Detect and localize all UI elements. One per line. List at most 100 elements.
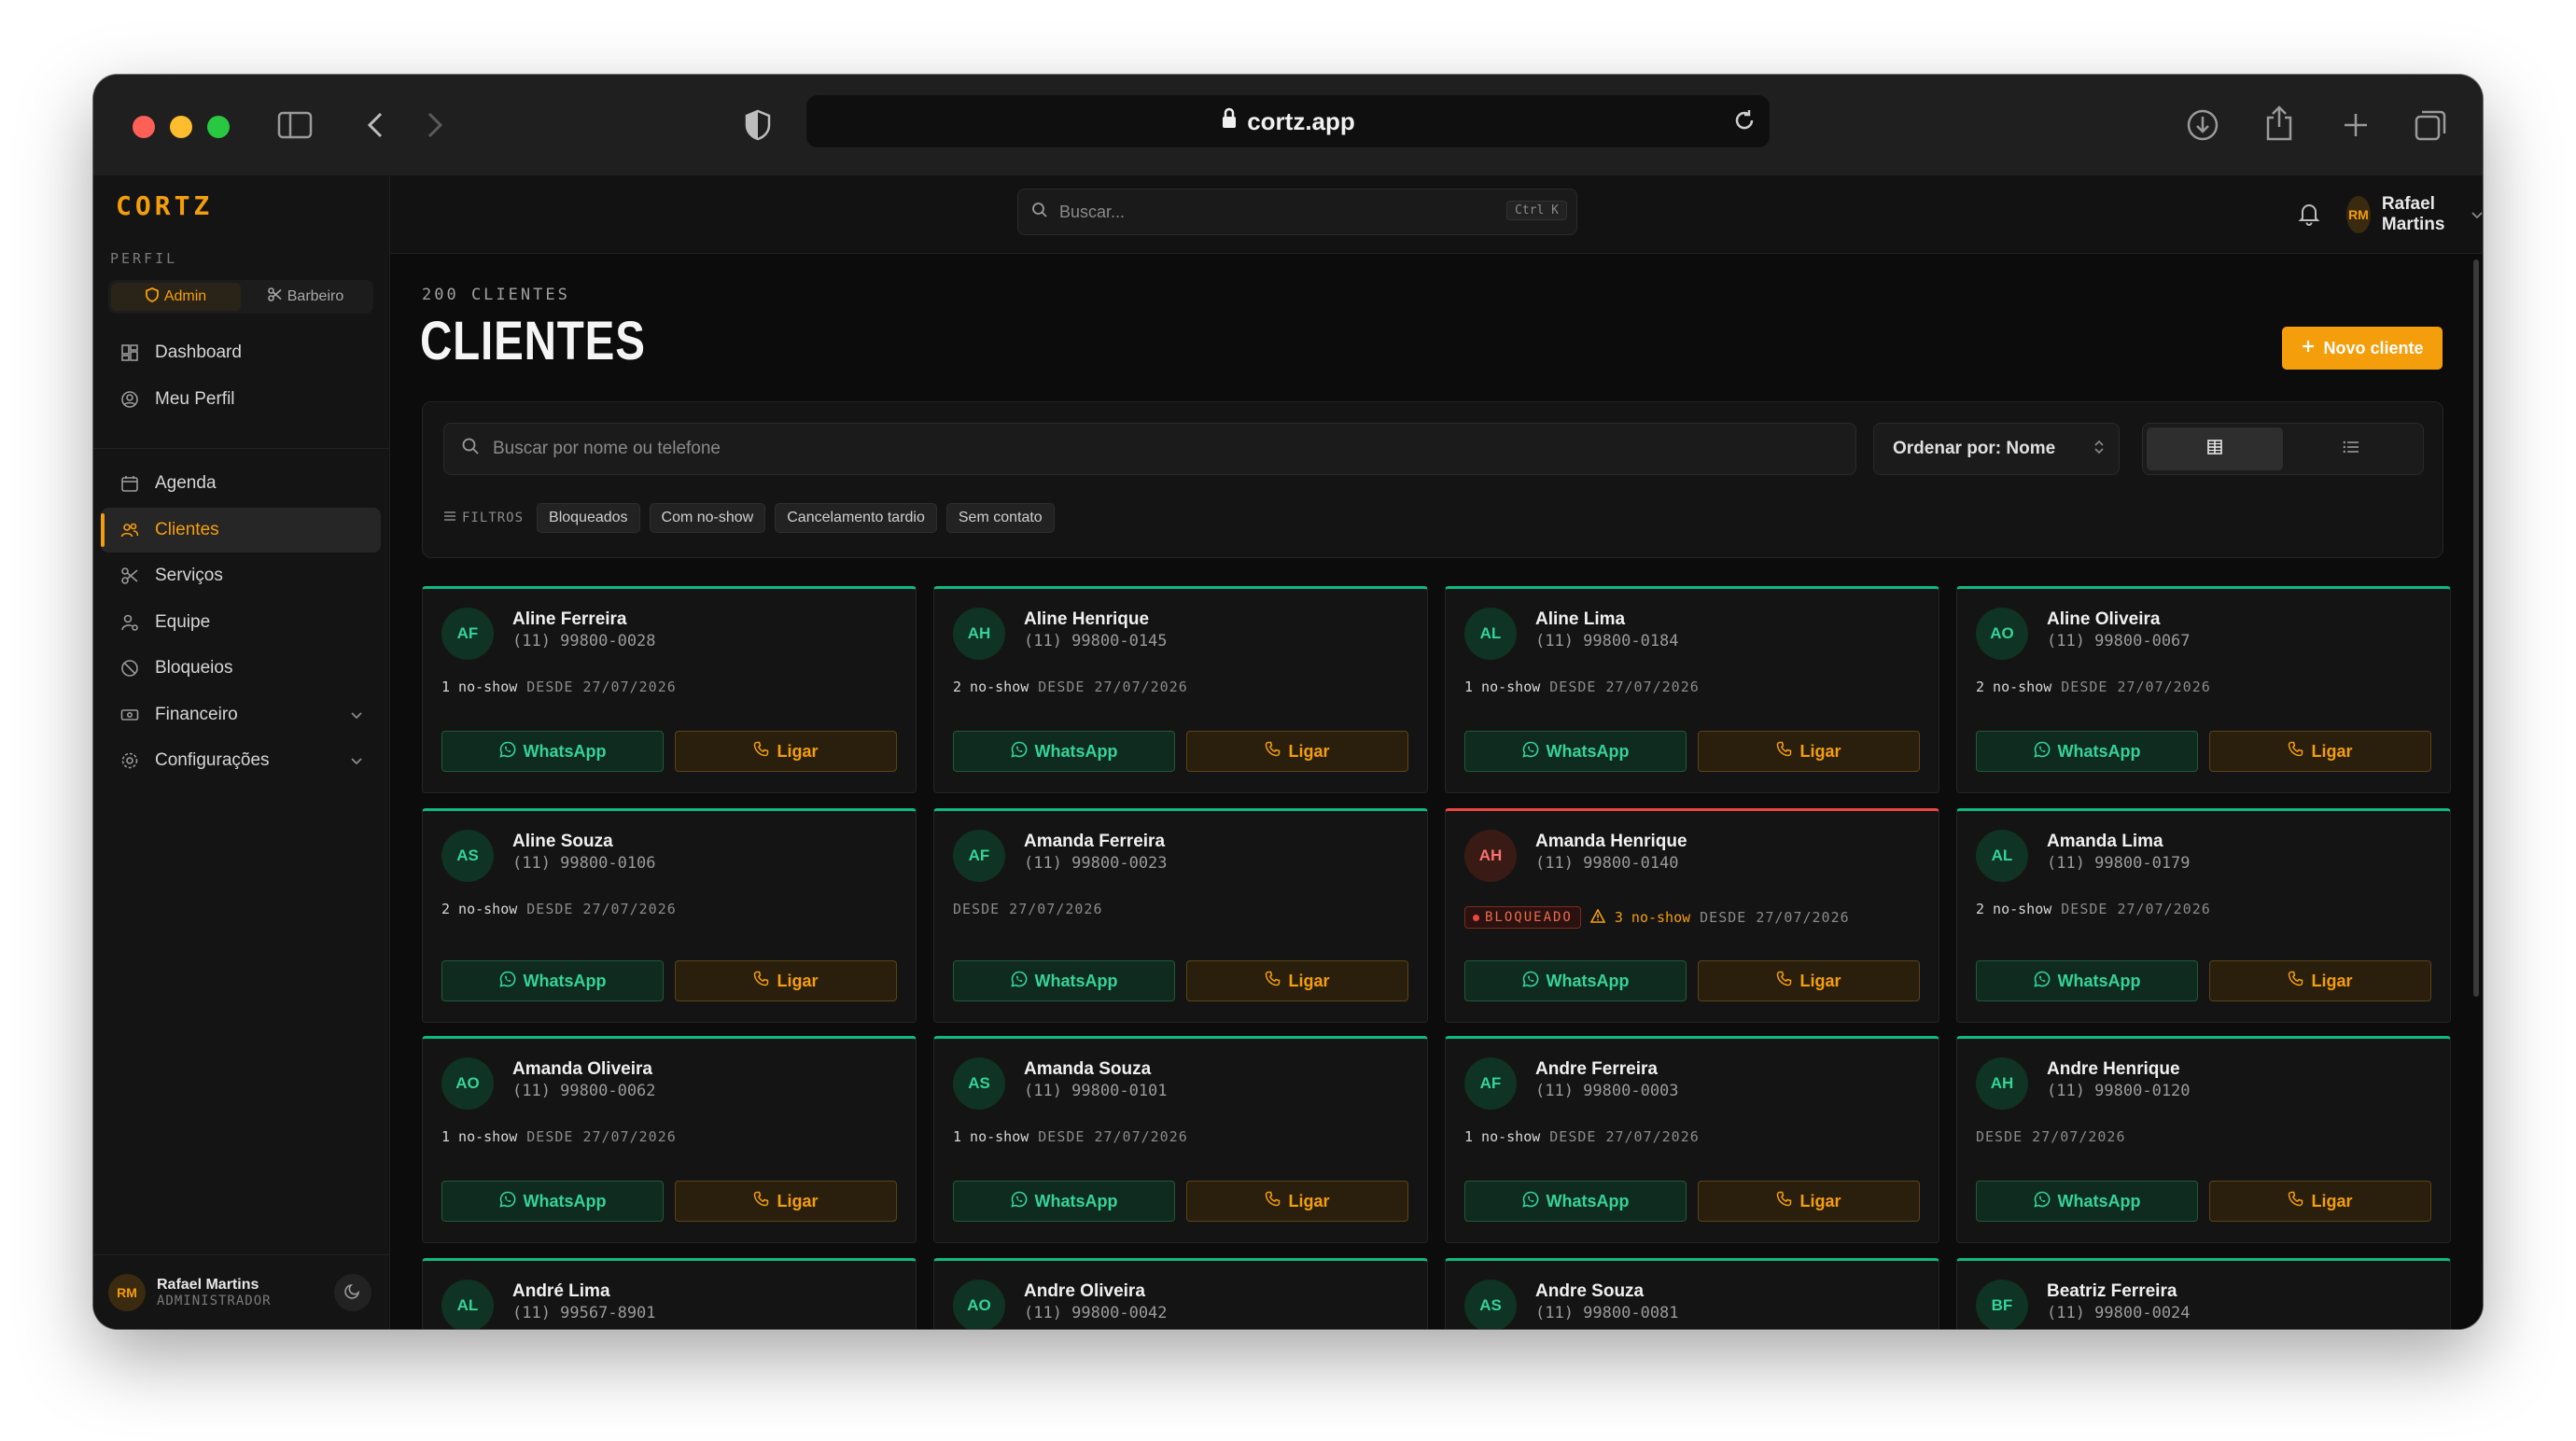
- client-name[interactable]: Amanda Henrique: [1535, 832, 1687, 852]
- client-card[interactable]: ASAndre Souza(11) 99800-0081WhatsAppLiga…: [1445, 1258, 1939, 1329]
- client-name[interactable]: Andre Ferreira: [1535, 1059, 1658, 1080]
- client-name[interactable]: Aline Henrique: [1024, 609, 1149, 630]
- client-card[interactable]: BFBeatriz Ferreira(11) 99800-0024WhatsAp…: [1956, 1258, 2451, 1329]
- call-button[interactable]: Ligar: [1186, 731, 1408, 772]
- sidebar-item-finance[interactable]: Financeiro: [101, 693, 381, 737]
- client-name[interactable]: Aline Souza: [512, 832, 613, 852]
- call-button[interactable]: Ligar: [675, 731, 897, 772]
- call-button[interactable]: Ligar: [675, 960, 897, 1001]
- client-card[interactable]: AH Aline Henrique (11) 99800-0145 2 no-show…: [933, 586, 1428, 793]
- client-card[interactable]: AL Amanda Lima (11) 99800-0179 2 no-show DES…: [1956, 808, 2451, 1023]
- whatsapp-button[interactable]: WhatsApp: [953, 731, 1175, 772]
- client-card[interactable]: AF Aline Ferreira (11) 99800-0028 1 no-show…: [422, 586, 917, 793]
- client-name[interactable]: André Lima: [512, 1281, 610, 1302]
- avatar: AH: [953, 608, 1005, 660]
- forward-icon[interactable]: [418, 108, 452, 142]
- sidebar-item-services[interactable]: Serviços: [101, 553, 381, 598]
- client-card[interactable]: AF Amanda Ferreira (11) 99800-0023 DESDE 27…: [933, 808, 1428, 1023]
- new-client-button[interactable]: Novo cliente: [2282, 327, 2443, 370]
- tab-overview-icon[interactable]: [2412, 106, 2449, 144]
- client-name[interactable]: Beatriz Ferreira: [2047, 1281, 2177, 1302]
- client-card[interactable]: AO Aline Oliveira (11) 99800-0067 2 no-show…: [1956, 586, 2451, 793]
- sidebar-item-clients[interactable]: Clientes: [101, 507, 381, 553]
- filter-chip-no-contact[interactable]: Sem contato: [945, 503, 1055, 533]
- close-window-button[interactable]: [133, 116, 155, 138]
- call-button[interactable]: Ligar: [2209, 1181, 2431, 1222]
- new-tab-icon[interactable]: [2337, 106, 2374, 144]
- main-scrollbar[interactable]: [2473, 259, 2479, 997]
- privacy-shield-icon[interactable]: [741, 106, 775, 144]
- reload-icon[interactable]: [1732, 108, 1757, 139]
- client-name[interactable]: Amanda Oliveira: [512, 1059, 652, 1080]
- client-name[interactable]: Aline Ferreira: [512, 609, 627, 630]
- sidebar-item-dashboard[interactable]: Dashboard: [101, 330, 381, 375]
- maximize-window-button[interactable]: [207, 116, 230, 138]
- back-icon[interactable]: [358, 108, 392, 142]
- client-name[interactable]: Aline Lima: [1535, 609, 1625, 630]
- grid-view-button[interactable]: [2147, 427, 2283, 470]
- client-card[interactable]: AO Amanda Oliveira (11) 99800-0062 1 no-sho…: [422, 1036, 917, 1243]
- client-card[interactable]: AH Amanda Henrique (11) 99800-0140 BLOQUEAD…: [1445, 808, 1939, 1023]
- call-button[interactable]: Ligar: [1186, 1181, 1408, 1222]
- client-card[interactable]: AL Aline Lima (11) 99800-0184 1 no-show DESD…: [1445, 586, 1939, 793]
- whatsapp-button[interactable]: WhatsApp: [1976, 960, 2198, 1001]
- order-select[interactable]: Ordenar por: Nome: [1873, 423, 2120, 475]
- whatsapp-button[interactable]: WhatsApp: [1464, 1181, 1687, 1222]
- role-barber-button[interactable]: Barbeiro: [241, 283, 371, 311]
- sidebar-user-role: ADMINISTRADOR: [157, 1293, 272, 1308]
- call-button[interactable]: Ligar: [1186, 960, 1408, 1001]
- whatsapp-button[interactable]: WhatsApp: [1976, 1181, 2198, 1222]
- client-name[interactable]: Amanda Lima: [2047, 832, 2163, 852]
- client-name[interactable]: Andre Henrique: [2047, 1059, 2180, 1080]
- client-name[interactable]: Amanda Ferreira: [1024, 832, 1165, 852]
- sort-arrows-icon: [2094, 440, 2104, 459]
- client-card[interactable]: ALAndré Lima(11) 99567-8901WhatsAppLigar: [422, 1258, 917, 1329]
- client-card[interactable]: AS Aline Souza (11) 99800-0106 2 no-show DES…: [422, 808, 917, 1023]
- chevron-down-icon: [351, 705, 362, 725]
- call-button[interactable]: Ligar: [2209, 731, 2431, 772]
- filter-chip-blocked[interactable]: Bloqueados: [537, 503, 640, 533]
- client-card[interactable]: AF Andre Ferreira (11) 99800-0003 1 no-show…: [1445, 1036, 1939, 1243]
- sidebar-item-team[interactable]: Equipe: [101, 600, 381, 645]
- global-search-input[interactable]: Buscar... Ctrl K: [1017, 189, 1577, 235]
- client-name[interactable]: Amanda Souza: [1024, 1059, 1151, 1080]
- whatsapp-button[interactable]: WhatsApp: [1464, 960, 1687, 1001]
- filter-chip-late-cancel[interactable]: Cancelamento tardio: [775, 503, 937, 533]
- whatsapp-button[interactable]: WhatsApp: [953, 960, 1175, 1001]
- whatsapp-button[interactable]: WhatsApp: [1976, 731, 2198, 772]
- whatsapp-button[interactable]: WhatsApp: [1464, 731, 1687, 772]
- user-menu[interactable]: RM Rafael Martins: [2346, 194, 2483, 235]
- client-card[interactable]: AS Amanda Souza (11) 99800-0101 1 no-show DE…: [933, 1036, 1428, 1243]
- bell-icon[interactable]: [2298, 202, 2320, 231]
- downloads-icon[interactable]: [2184, 106, 2221, 144]
- sidebar-item-settings[interactable]: Configurações: [101, 738, 381, 783]
- client-card[interactable]: AOAndre Oliveira(11) 99800-0042WhatsAppL…: [933, 1258, 1428, 1329]
- call-button[interactable]: Ligar: [1698, 960, 1920, 1001]
- brand-logo[interactable]: CORTZ: [116, 190, 213, 221]
- whatsapp-button[interactable]: WhatsApp: [441, 1181, 664, 1222]
- whatsapp-button[interactable]: WhatsApp: [441, 731, 664, 772]
- client-card[interactable]: AH Andre Henrique (11) 99800-0120 DESDE 27/…: [1956, 1036, 2451, 1243]
- sidebar-item-profile[interactable]: Meu Perfil: [101, 377, 381, 422]
- filter-chip-noshow[interactable]: Com no-show: [649, 503, 766, 533]
- call-button[interactable]: Ligar: [1698, 1181, 1920, 1222]
- client-name[interactable]: Andre Souza: [1535, 1281, 1644, 1302]
- list-view-button[interactable]: [2283, 427, 2419, 470]
- client-name[interactable]: Andre Oliveira: [1024, 1281, 1145, 1302]
- role-admin-button[interactable]: Admin: [111, 283, 241, 311]
- sidebar-toggle-icon[interactable]: [276, 108, 314, 142]
- minimize-window-button[interactable]: [170, 116, 192, 138]
- call-button[interactable]: Ligar: [2209, 960, 2431, 1001]
- client-name[interactable]: Aline Oliveira: [2047, 609, 2160, 630]
- call-button[interactable]: Ligar: [675, 1181, 897, 1222]
- sidebar-item-blocks[interactable]: Bloqueios: [101, 646, 381, 691]
- client-search-input[interactable]: Buscar por nome ou telefone: [443, 423, 1856, 475]
- whatsapp-button[interactable]: WhatsApp: [953, 1181, 1175, 1222]
- call-button[interactable]: Ligar: [1698, 731, 1920, 772]
- theme-toggle-button[interactable]: [334, 1274, 371, 1311]
- sidebar-item-agenda[interactable]: Agenda: [101, 461, 381, 506]
- avatar[interactable]: RM: [108, 1273, 146, 1311]
- address-bar[interactable]: cortz.app: [806, 95, 1770, 147]
- whatsapp-button[interactable]: WhatsApp: [441, 960, 664, 1001]
- share-icon[interactable]: [2261, 103, 2298, 144]
